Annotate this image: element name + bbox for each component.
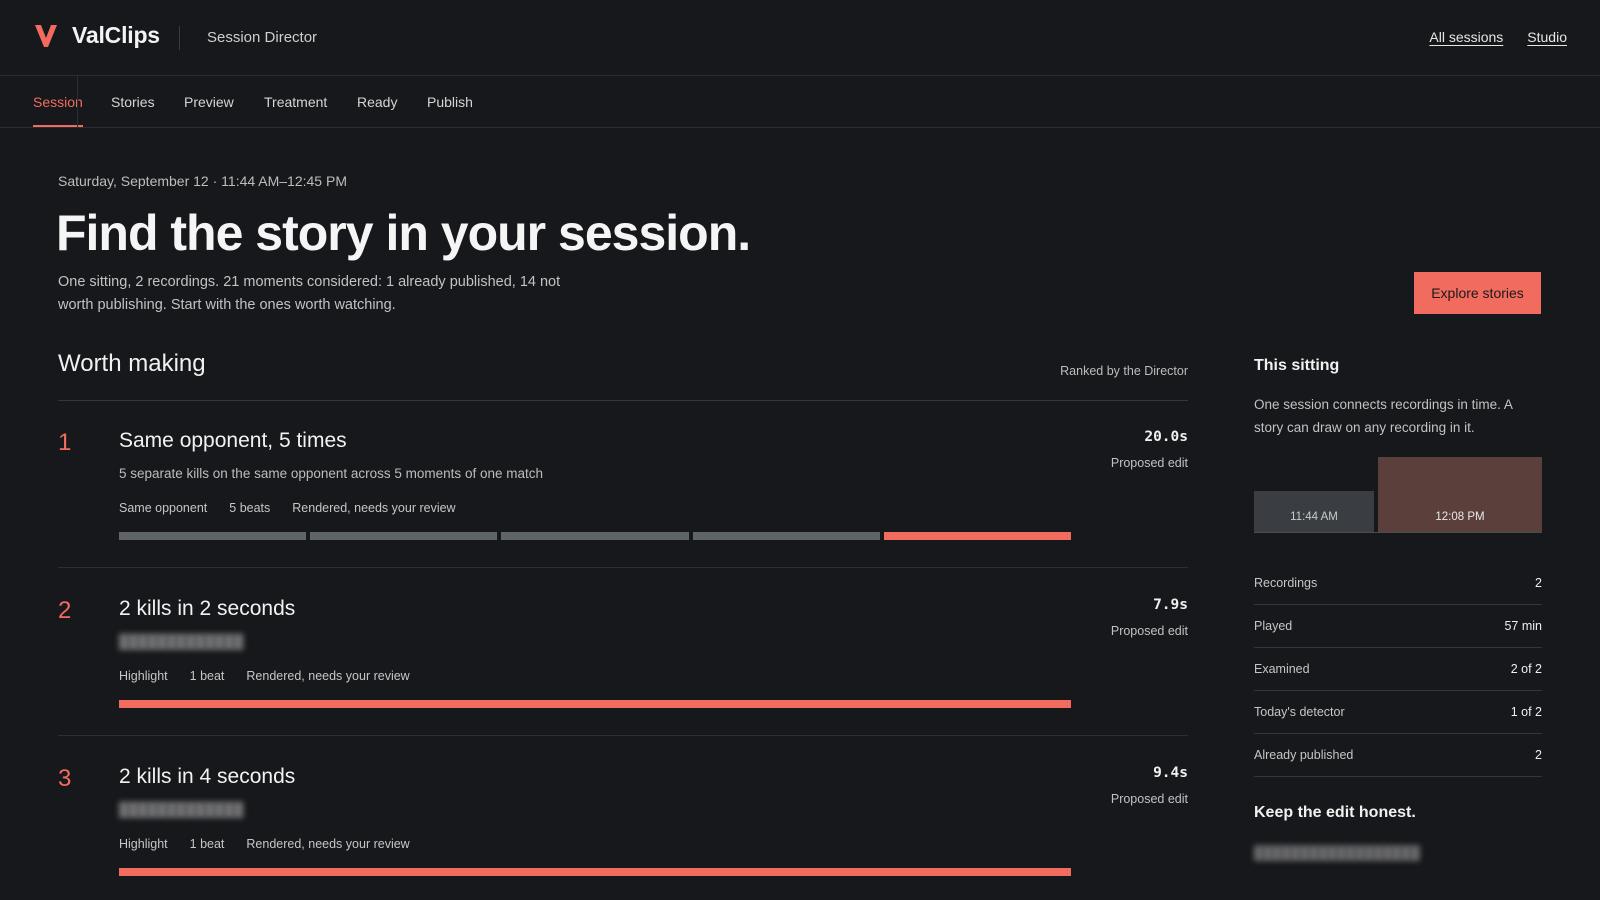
stat-label: Played: [1254, 619, 1293, 633]
stat-value: 2 of 2: [1510, 662, 1542, 676]
studio-link[interactable]: Studio: [1527, 29, 1567, 45]
stat-label: Today's detector: [1254, 705, 1345, 719]
stat-label: Already published: [1254, 748, 1354, 762]
story-tags: Highlight 1 beat Rendered, needs your re…: [119, 669, 410, 683]
top-bar: ValClips Session Director All sessions S…: [0, 0, 1600, 76]
page-title: Find the story in your session.: [56, 205, 751, 261]
beat-bar: [119, 532, 1072, 540]
story-title[interactable]: Same opponent, 5 times: [119, 429, 347, 453]
keep-honest-body-redacted: ██████████████████: [1254, 845, 1420, 860]
beat-segment: [692, 532, 880, 540]
brand-divider: [179, 26, 180, 50]
story-rank: 2: [58, 597, 72, 624]
story-duration: 20.0s: [1144, 429, 1188, 445]
stat-row: Today's detector 1 of 2: [1254, 691, 1542, 734]
this-sitting-description: One session connects recordings in time.…: [1254, 397, 1513, 435]
story-tag: Highlight: [119, 669, 168, 683]
stat-label: Recordings: [1254, 576, 1318, 590]
tab-treatment[interactable]: Treatment: [264, 76, 327, 127]
story-status: Proposed edit: [1110, 624, 1188, 638]
story-tag: Same opponent: [119, 501, 208, 515]
story-rank: 3: [58, 765, 72, 792]
stat-value: 2: [1535, 576, 1542, 590]
story-tag: Rendered, needs your review: [246, 837, 410, 851]
story-card[interactable]: 3 2 kills in 4 seconds █████████████ Hig…: [58, 765, 1188, 885]
this-sitting-title: This sitting: [1254, 357, 1340, 374]
recording-time: 11:44 AM: [1290, 511, 1338, 523]
story-tag: Rendered, needs your review: [292, 501, 456, 515]
ranked-note: Ranked by the Director: [1060, 364, 1188, 378]
stat-value: 1 of 2: [1510, 705, 1542, 719]
all-sessions-link[interactable]: All sessions: [1429, 29, 1503, 45]
story-tags: Same opponent 5 beats Rendered, needs yo…: [119, 501, 456, 515]
tab-preview[interactable]: Preview: [184, 76, 234, 127]
session-summary: One sitting, 2 recordings. 21 moments co…: [58, 274, 561, 313]
story-tag: 1 beat: [189, 837, 225, 851]
section-divider: [58, 400, 1188, 401]
stat-row: Recordings 2: [1254, 562, 1542, 605]
stat-row: Already published 2: [1254, 734, 1542, 777]
tab-bar: Session Stories Preview Treatment Ready …: [0, 76, 1600, 128]
beat-segment-highlight: [883, 532, 1072, 540]
app-title: Session Director: [207, 29, 318, 46]
story-tag: 1 beat: [189, 669, 225, 683]
tab-ready[interactable]: Ready: [357, 76, 397, 127]
beat-segment: [119, 532, 307, 540]
story-title[interactable]: 2 kills in 2 seconds: [119, 597, 295, 621]
explore-stories-button[interactable]: Explore stories: [1414, 272, 1541, 314]
recording-time: 12:08 PM: [1435, 511, 1485, 523]
top-links: All sessions Studio: [1429, 29, 1567, 45]
story-tags: Highlight 1 beat Rendered, needs your re…: [119, 837, 410, 851]
story-divider: [58, 567, 1188, 568]
story-status: Proposed edit: [1110, 456, 1188, 470]
beat-bar: [119, 868, 1071, 876]
story-rank: 1: [58, 429, 72, 456]
stat-row: Examined 2 of 2: [1254, 648, 1542, 691]
beat-segment-highlight: [119, 868, 1071, 876]
beat-segment: [310, 532, 498, 540]
story-divider: [58, 735, 1188, 736]
stat-row: Played 57 min: [1254, 605, 1542, 648]
stat-label: Examined: [1254, 662, 1310, 676]
beat-segment-highlight: [119, 700, 1071, 708]
story-card[interactable]: 2 2 kills in 2 seconds █████████████ Hig…: [58, 597, 1188, 736]
story-duration: 9.4s: [1153, 765, 1188, 781]
story-description-redacted: █████████████: [119, 634, 244, 649]
brand[interactable]: ValClips: [34, 22, 160, 49]
story-description: 5 separate kills on the same opponent ac…: [119, 466, 543, 481]
session-date: Saturday, September 12 · 11:44 AM–12:45 …: [58, 173, 347, 189]
worth-making-title: Worth making: [58, 350, 206, 377]
recording-block[interactable]: 12:08 PM: [1378, 457, 1542, 533]
story-tag: Highlight: [119, 837, 168, 851]
beat-segment: [501, 532, 689, 540]
story-title[interactable]: 2 kills in 4 seconds: [119, 765, 295, 789]
stat-value: 57 min: [1504, 619, 1542, 633]
story-tag: 5 beats: [229, 501, 271, 515]
tab-session[interactable]: Session: [33, 76, 83, 127]
session-stats: Recordings 2 Played 57 min Examined 2 of…: [1254, 562, 1542, 777]
story-status: Proposed edit: [1110, 792, 1188, 806]
recording-timeline: 11:44 AM 12:08 PM: [1254, 457, 1542, 533]
recording-block[interactable]: 11:44 AM: [1254, 491, 1374, 533]
timeline-baseline: [1254, 532, 1542, 533]
tab-divider: [77, 76, 78, 128]
keep-honest-title: Keep the edit honest.: [1254, 804, 1416, 821]
story-duration: 7.9s: [1153, 597, 1188, 613]
tab-publish[interactable]: Publish: [427, 76, 473, 127]
story-card[interactable]: 1 Same opponent, 5 times 5 separate kill…: [58, 429, 1188, 568]
brand-name: ValClips: [72, 22, 160, 48]
story-description-redacted: █████████████: [119, 802, 244, 817]
stat-value: 2: [1535, 748, 1542, 762]
tab-stories[interactable]: Stories: [111, 76, 155, 127]
story-tag: Rendered, needs your review: [246, 669, 410, 683]
beat-bar: [119, 700, 1071, 708]
valclips-logo-icon: [35, 24, 57, 47]
